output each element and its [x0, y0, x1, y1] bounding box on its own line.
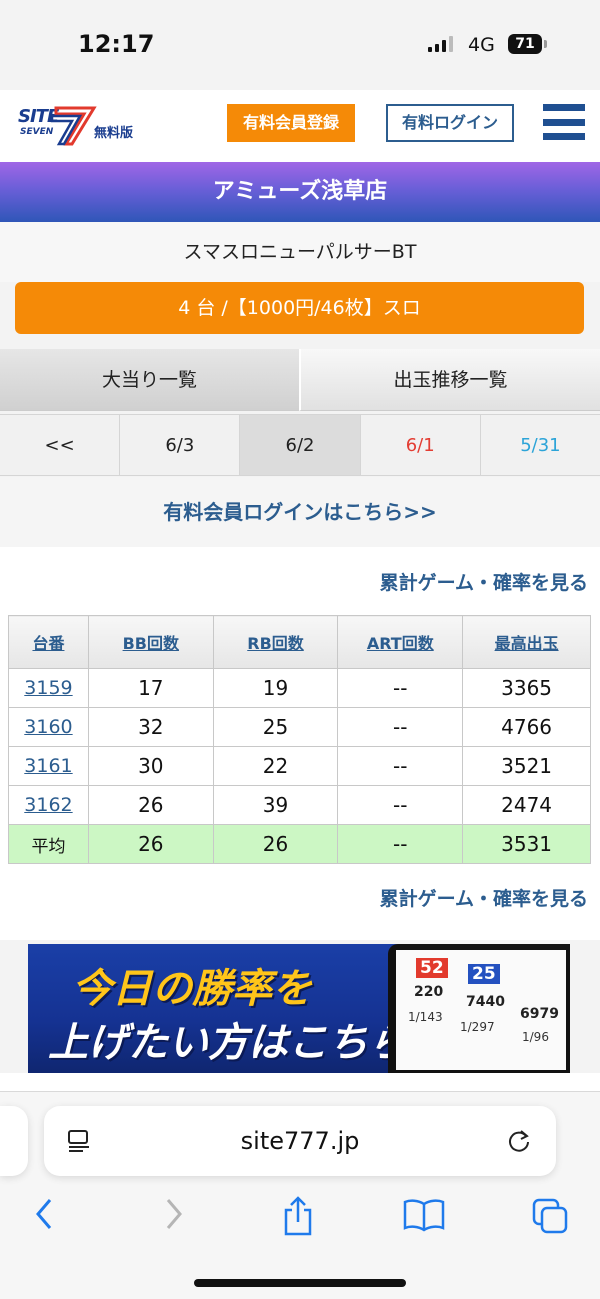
- tab-jackpot-list[interactable]: 大当り一覧: [0, 349, 299, 411]
- date-prev-button[interactable]: <<: [0, 414, 121, 476]
- banner-phone-screen: 52 25 220 7440 6979 1/143 1/297 1/96: [396, 950, 566, 1070]
- table-row: 3161 30 22 -- 3521: [8, 746, 591, 786]
- url-text: site777.jp: [240, 1127, 360, 1155]
- art-value: --: [337, 668, 464, 708]
- menu-icon[interactable]: [543, 104, 585, 140]
- date-5-31[interactable]: 5/31: [480, 414, 600, 476]
- machine-id-link[interactable]: 3161: [8, 746, 89, 786]
- date-6-3[interactable]: 6/3: [120, 414, 241, 476]
- logo-seven-text: SEVEN: [20, 127, 54, 137]
- table-row: 3162 26 39 -- 2474: [8, 785, 591, 825]
- banner-value: 25: [468, 964, 500, 984]
- max-value: 2474: [462, 785, 591, 825]
- logo-free-text: 無料版: [94, 126, 134, 141]
- date-6-1[interactable]: 6/1: [360, 414, 481, 476]
- art-value: --: [337, 746, 464, 786]
- col-bb-count[interactable]: BB回数: [87, 615, 214, 669]
- tab-bar: 大当り一覧 出玉推移一覧: [0, 349, 600, 411]
- banner-line1: 今日の勝率を: [72, 966, 312, 1012]
- art-value: --: [337, 785, 464, 825]
- table-header-row: 台番 BB回数 RB回数 ART回数 最高出玉: [8, 615, 591, 669]
- bb-value: 26: [87, 785, 214, 825]
- logo-777-icon: [50, 106, 97, 146]
- avg-rb-value: 26: [212, 824, 339, 864]
- paid-register-button[interactable]: 有料会員登録: [227, 104, 355, 142]
- average-label: 平均: [8, 824, 89, 864]
- avg-max-value: 3531: [462, 824, 591, 864]
- rate-info-button[interactable]: 4 台 /【1000円/46枚】スロ: [15, 282, 584, 334]
- date-nav: << 6/3 6/2 6/1 5/31: [0, 414, 600, 476]
- rb-value: 25: [212, 707, 339, 747]
- machine-id-link[interactable]: 3160: [8, 707, 89, 747]
- col-max-payout[interactable]: 最高出玉: [462, 615, 591, 669]
- battery-icon: 71: [508, 34, 542, 54]
- member-login-link[interactable]: 有料会員ログインはこちら>>: [0, 477, 600, 547]
- store-name: アミューズ浅草店: [0, 162, 600, 222]
- max-value: 4766: [462, 707, 591, 747]
- rb-value: 39: [212, 785, 339, 825]
- network-type: 4G: [468, 34, 495, 56]
- browser-bottom-bar: site777.jp: [0, 1091, 600, 1299]
- battery-tip: [544, 40, 547, 48]
- banner-line2: 上げたい方はこちら: [48, 1020, 408, 1066]
- tab-payout-trend[interactable]: 出玉推移一覧: [299, 349, 600, 411]
- table-average-row: 平均 26 26 -- 3531: [8, 824, 591, 864]
- banner-value: 1/297: [460, 1020, 495, 1034]
- banner-value: 1/96: [522, 1030, 549, 1044]
- banner-value: 7440: [466, 994, 505, 1010]
- banner-value: 1/143: [408, 1010, 443, 1024]
- previous-tab-card[interactable]: [0, 1106, 28, 1176]
- back-icon[interactable]: [32, 1196, 56, 1232]
- avg-bb-value: 26: [87, 824, 214, 864]
- rb-value: 22: [212, 746, 339, 786]
- site-seven-logo[interactable]: SITE SEVEN 無料版: [14, 102, 144, 150]
- bookmarks-icon[interactable]: [402, 1196, 446, 1232]
- machine-name: スマスロニューパルサーBT: [0, 222, 600, 282]
- rb-value: 19: [212, 668, 339, 708]
- table-row: 3160 32 25 -- 4766: [8, 707, 591, 747]
- col-rb-count[interactable]: RB回数: [212, 615, 339, 669]
- art-value: --: [337, 707, 464, 747]
- spacer: [0, 1073, 600, 1091]
- date-6-2[interactable]: 6/2: [240, 414, 361, 476]
- machine-id-link[interactable]: 3159: [8, 668, 89, 708]
- bb-value: 30: [87, 746, 214, 786]
- see-cumulative-link-top[interactable]: 累計ゲーム・確率を見る: [380, 568, 588, 595]
- table-row: 3159 17 19 -- 3365: [8, 668, 591, 708]
- machine-table: 台番 BB回数 RB回数 ART回数 最高出玉 3159 17 19 -- 33…: [8, 615, 591, 864]
- cellular-signal-icon: [428, 36, 453, 52]
- see-cumulative-link-bottom[interactable]: 累計ゲーム・確率を見る: [380, 884, 588, 911]
- address-bar[interactable]: site777.jp: [44, 1106, 556, 1176]
- bb-value: 32: [87, 707, 214, 747]
- status-time: 12:17: [78, 30, 155, 58]
- reload-icon[interactable]: [506, 1128, 532, 1154]
- forward-icon[interactable]: [162, 1196, 186, 1232]
- bb-value: 17: [87, 668, 214, 708]
- machine-id-link[interactable]: 3162: [8, 785, 89, 825]
- banner-value: 52: [416, 958, 448, 978]
- paid-login-button[interactable]: 有料ログイン: [386, 104, 514, 142]
- banner-value: 220: [414, 984, 444, 1000]
- share-icon[interactable]: [280, 1196, 316, 1236]
- avg-art-value: --: [337, 824, 464, 864]
- promo-banner[interactable]: 今日の勝率を 上げたい方はこちら 52 25 220 7440 6979 1/1…: [28, 944, 570, 1073]
- tabs-icon[interactable]: [530, 1196, 570, 1236]
- banner-phone-image: 52 25 220 7440 6979 1/143 1/297 1/96: [388, 944, 570, 1073]
- browser-toolbar: [0, 1192, 600, 1236]
- status-bar: 12:17 4G 71: [0, 0, 600, 90]
- banner-value: 6979: [520, 1006, 559, 1022]
- home-indicator[interactable]: [194, 1279, 406, 1287]
- col-art-count[interactable]: ART回数: [337, 615, 464, 669]
- col-machine-number[interactable]: 台番: [8, 615, 89, 669]
- max-value: 3365: [462, 668, 591, 708]
- max-value: 3521: [462, 746, 591, 786]
